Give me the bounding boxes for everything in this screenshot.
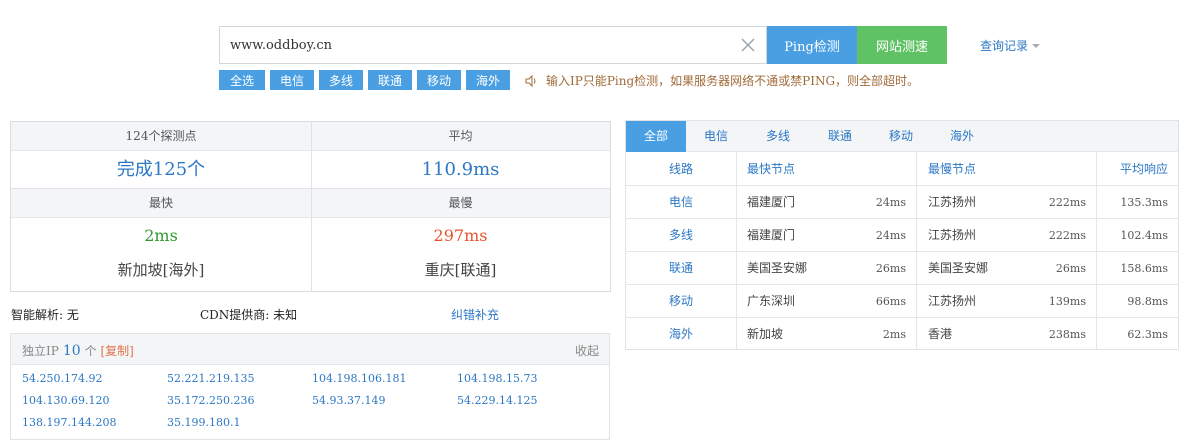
ip-address[interactable]: 35.199.180.1	[167, 416, 240, 429]
report-link[interactable]: 纠错补充	[451, 306, 499, 323]
avg-ms: 98.8ms	[1127, 295, 1168, 308]
probes-label: 124个探测点	[11, 122, 311, 151]
avg-ms: 102.4ms	[1120, 229, 1168, 242]
chip-overseas[interactable]: 海外	[466, 70, 510, 90]
speed-test-button[interactable]: 网站测速	[857, 26, 947, 64]
dns-info: 智能解析: 无	[11, 308, 79, 322]
divider	[1096, 152, 1097, 350]
fastest-value: 2ms	[144, 226, 178, 245]
chip-mobile[interactable]: 移动	[417, 70, 461, 90]
fast-node: 福建厦门	[747, 228, 796, 242]
ip-address[interactable]: 104.130.69.120	[22, 394, 109, 407]
search-input[interactable]	[220, 27, 730, 63]
ip-address[interactable]: 104.198.15.73	[457, 372, 537, 385]
slowest-value: 297ms	[433, 226, 488, 245]
slow-node: 香港	[928, 327, 953, 341]
avg-value: 110.9ms	[421, 159, 500, 180]
row-line: 联通	[668, 261, 693, 275]
completed-count: 完成125个	[116, 159, 206, 180]
collapse-button[interactable]: 收起	[575, 342, 599, 359]
fastest-label: 最快	[11, 189, 311, 218]
slow-node: 江苏扬州	[928, 294, 977, 308]
ip-count-label: 独立IP 10 个 [复制]	[22, 342, 134, 359]
divider	[311, 122, 312, 291]
history-dropdown[interactable]: 查询记录	[980, 37, 1041, 54]
slow-ms: 222ms	[1048, 196, 1086, 209]
notice: 输入IP只能Ping检测，如果服务器网络不通或禁PING，则全部超时。	[524, 72, 919, 89]
ip-unit: 个	[84, 344, 97, 358]
cdn-info: CDN提供商: 未知	[200, 308, 298, 322]
fast-ms: 24ms	[875, 229, 906, 242]
fast-ms: 26ms	[875, 262, 906, 275]
tab-mobile[interactable]: 移动	[871, 121, 931, 152]
copy-button[interactable]: [复制]	[101, 344, 134, 358]
tab-telecom[interactable]: 电信	[686, 121, 746, 152]
fast-node: 广东深圳	[747, 294, 796, 308]
col-line: 线路	[668, 162, 693, 176]
slowest-location: 重庆[联通]	[424, 261, 497, 279]
speaker-icon	[525, 74, 536, 87]
avg-ms: 158.6ms	[1120, 262, 1168, 275]
slow-ms: 139ms	[1048, 295, 1086, 308]
row-line: 多线	[668, 228, 693, 242]
tab-unicom[interactable]: 联通	[810, 121, 870, 152]
tab-multiline[interactable]: 多线	[748, 121, 808, 152]
row-line: 移动	[668, 294, 693, 308]
ip-panel-header: 独立IP 10 个 [复制] 收起	[11, 334, 609, 365]
chip-telecom[interactable]: 电信	[270, 70, 314, 90]
chip-select-all[interactable]: 全选	[219, 70, 265, 90]
row-line: 海外	[668, 327, 693, 341]
ip-address[interactable]: 35.172.250.236	[167, 394, 254, 407]
slow-node: 江苏扬州	[928, 228, 977, 242]
tab-all[interactable]: 全部	[626, 121, 686, 152]
fast-node: 美国圣安娜	[747, 261, 808, 275]
fast-ms: 24ms	[875, 196, 906, 209]
fast-ms: 2ms	[882, 328, 906, 341]
history-label: 查询记录	[980, 39, 1029, 53]
divider	[736, 152, 737, 350]
filter-chips: 全选 电信 多线 联通 移动 海外	[219, 70, 515, 90]
avg-ms: 135.3ms	[1120, 196, 1168, 209]
slow-ms: 26ms	[1055, 262, 1086, 275]
search-box	[219, 26, 767, 64]
row-line: 电信	[668, 195, 693, 209]
ip-address[interactable]: 138.197.144.208	[22, 416, 116, 429]
notice-text: 输入IP只能Ping检测，如果服务器网络不通或禁PING，则全部超时。	[546, 74, 920, 88]
chevron-down-icon	[1032, 43, 1041, 48]
avg-label: 平均	[311, 122, 610, 151]
chip-multiline[interactable]: 多线	[319, 70, 363, 90]
fast-node: 新加坡	[747, 327, 784, 341]
slow-ms: 222ms	[1048, 229, 1086, 242]
slow-node: 江苏扬州	[928, 195, 977, 209]
chip-unicom[interactable]: 联通	[368, 70, 412, 90]
ip-address[interactable]: 104.198.106.181	[312, 372, 406, 385]
slow-node: 美国圣安娜	[928, 261, 989, 275]
col-avg: 平均响应	[1119, 162, 1168, 176]
ip-address[interactable]: 54.229.14.125	[457, 394, 537, 407]
ip-address[interactable]: 54.93.37.149	[312, 394, 385, 407]
ping-button[interactable]: Ping检测	[767, 26, 857, 64]
avg-ms: 62.3ms	[1127, 328, 1168, 341]
tab-overseas[interactable]: 海外	[932, 121, 992, 152]
ip-address[interactable]: 54.250.174.92	[22, 372, 102, 385]
close-icon[interactable]	[740, 37, 756, 53]
slowest-label: 最慢	[311, 189, 610, 218]
ip-panel: 独立IP 10 个 [复制] 收起 54.250.174.92 52.221.219…	[10, 333, 610, 440]
col-slowest: 最慢节点	[928, 162, 977, 176]
col-fastest: 最快节点	[747, 162, 796, 176]
ip-address[interactable]: 52.221.219.135	[167, 372, 254, 385]
divider	[916, 152, 917, 350]
summary-table: 124个探测点 平均 完成125个 110.9ms 最快 最慢 2ms 297m…	[10, 121, 611, 292]
ip-label: 独立IP	[22, 344, 59, 358]
ip-count: 10	[62, 343, 81, 359]
fastest-location: 新加坡[海外]	[117, 261, 205, 279]
fast-ms: 66ms	[875, 295, 906, 308]
fast-node: 福建厦门	[747, 195, 796, 209]
isp-tabs: 全部 电信 多线 联通 移动 海外	[626, 121, 1178, 152]
isp-results-panel: 全部 电信 多线 联通 移动 海外 线路 最快节点 最慢节点 平均响应 电信 福…	[625, 120, 1179, 350]
slow-ms: 238ms	[1048, 328, 1086, 341]
